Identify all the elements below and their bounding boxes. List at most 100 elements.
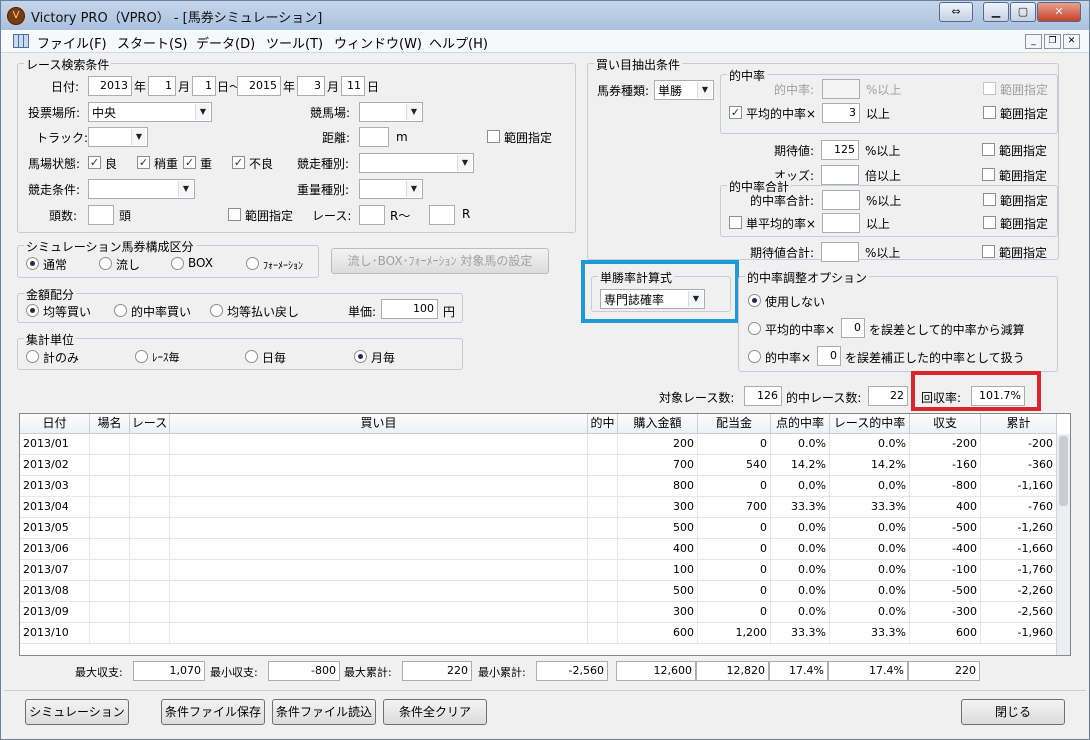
save-conditions-button[interactable]: 条件ファイル保存 xyxy=(161,699,265,725)
column-header-payout[interactable]: 配当金 xyxy=(698,414,771,434)
sim-formation-radio[interactable] xyxy=(246,257,259,270)
venue-select[interactable]: 中央 ▼ xyxy=(88,102,212,122)
table-row[interactable]: 2013/04 300 700 33.3% 33.3% 400 -760 xyxy=(20,497,1057,518)
load-conditions-button[interactable]: 条件ファイル読込 xyxy=(272,699,376,725)
column-header-date[interactable]: 日付 xyxy=(20,414,90,434)
race-cond-select[interactable]: ▼ xyxy=(88,179,195,199)
column-header-venue[interactable]: 場名 xyxy=(90,414,130,434)
money-hit-radio[interactable] xyxy=(114,304,127,317)
to-month-field[interactable]: 3 xyxy=(297,76,325,96)
formula-select[interactable]: 専門誌確率 ▼ xyxy=(600,289,705,309)
table-row[interactable]: 2013/02 700 540 14.2% 14.2% -160 -360 xyxy=(20,455,1057,476)
mdi-close-icon[interactable]: ✕ xyxy=(1063,34,1080,49)
table-row[interactable]: 2013/06 400 0 0.0% 0.0% -400 -1,660 xyxy=(20,539,1057,560)
menu-tools[interactable]: ツール(T) xyxy=(266,33,323,52)
menu-window[interactable]: ウィンドウ(W) xyxy=(334,33,422,52)
column-header-purchase[interactable]: 購入金額 xyxy=(618,414,698,434)
adjust-rate-field[interactable]: 0 xyxy=(817,346,841,366)
sim-box-radio[interactable] xyxy=(171,257,184,270)
adjust-rate-radio[interactable] xyxy=(748,350,761,363)
minimize-button[interactable]: ▁ xyxy=(983,2,1009,22)
weight-select[interactable]: ▼ xyxy=(359,179,423,199)
ev-total-field[interactable] xyxy=(821,242,859,262)
ticket-type-select[interactable]: 単勝 ▼ xyxy=(654,80,714,100)
agg-monthly-radio[interactable] xyxy=(354,350,367,363)
money-return-radio[interactable] xyxy=(210,304,223,317)
single-avg-range-checkbox[interactable] xyxy=(983,216,996,229)
ev-total-range-checkbox[interactable] xyxy=(982,245,995,258)
avg-hit-field[interactable]: 3 xyxy=(822,103,860,123)
from-day-field[interactable]: 1 xyxy=(192,76,216,96)
menu-start[interactable]: スタート(S) xyxy=(117,33,187,52)
race-type-select[interactable]: ▼ xyxy=(359,153,474,173)
column-header-cumulative[interactable]: 累計 xyxy=(981,414,1057,434)
table-row[interactable]: 2013/07 100 0 0.0% 0.0% -100 -1,760 xyxy=(20,560,1057,581)
single-avg-field[interactable] xyxy=(822,213,860,233)
hit-total-range-checkbox[interactable] xyxy=(983,193,996,206)
track-select[interactable]: ▼ xyxy=(88,127,148,147)
ev-field[interactable]: 125 xyxy=(821,140,859,160)
race-from-field[interactable] xyxy=(359,205,385,225)
avg-hit-range-checkbox[interactable] xyxy=(983,106,996,119)
distance-field[interactable] xyxy=(359,127,389,147)
from-month-field[interactable]: 1 xyxy=(148,76,176,96)
table-row[interactable]: 2013/05 500 0 0.0% 0.0% -500 -1,260 xyxy=(20,518,1057,539)
sim-nagashi-radio[interactable] xyxy=(99,257,112,270)
hit-total-field[interactable] xyxy=(822,190,860,210)
results-table[interactable]: 日付 場名 レース 買い目 的中 購入金額 配当金 点的中率 レース的中率 収支 累計 2013/0… xyxy=(19,413,1071,656)
odds-field[interactable] xyxy=(821,165,859,185)
ev-range-checkbox[interactable] xyxy=(982,143,995,156)
agg-race-radio[interactable] xyxy=(135,350,148,363)
heads-range-checkbox[interactable] xyxy=(228,208,241,221)
adjust-avg-field[interactable]: 0 xyxy=(841,318,865,338)
menu-data[interactable]: データ(D) xyxy=(196,33,255,52)
scrollbar-thumb[interactable] xyxy=(1059,436,1068,506)
odds-range-checkbox[interactable] xyxy=(982,168,995,181)
close-button[interactable]: 閉じる xyxy=(961,699,1065,725)
sim-normal-radio[interactable] xyxy=(26,257,39,270)
avg-hit-checkbox[interactable]: ✓ xyxy=(729,106,742,119)
cond-bad-checkbox[interactable]: ✓ xyxy=(232,156,245,169)
agg-total-radio[interactable] xyxy=(26,350,39,363)
hit-rate-field[interactable] xyxy=(822,79,860,99)
table-row[interactable]: 2013/10 600 1,200 33.3% 33.3% 600 -1,960 xyxy=(20,623,1057,644)
to-day-field[interactable]: 11 xyxy=(341,76,365,96)
mdi-restore-icon[interactable]: ❐ xyxy=(1044,34,1061,49)
table-row[interactable]: 2013/08 500 0 0.0% 0.0% -500 -2,260 xyxy=(20,581,1057,602)
column-header-hit[interactable]: 的中 xyxy=(588,414,618,434)
unit-price-field[interactable]: 100 xyxy=(381,299,438,319)
money-equal-radio[interactable] xyxy=(26,304,39,317)
mdi-minimize-icon[interactable]: _ xyxy=(1025,34,1042,49)
to-year-field[interactable]: 2015 xyxy=(237,76,281,96)
heads-field[interactable] xyxy=(88,205,114,225)
table-row[interactable]: 2013/09 300 0 0.0% 0.0% -300 -2,560 xyxy=(20,602,1057,623)
target-horse-setting-button[interactable]: 流し･BOX･ﾌｫｰﾒｰｼｮﾝ 対象馬の設定 xyxy=(331,248,549,274)
menu-help[interactable]: ヘルプ(H) xyxy=(429,33,488,52)
maximize-button[interactable]: ▢ xyxy=(1010,2,1036,22)
from-year-field[interactable]: 2013 xyxy=(88,76,132,96)
table-row[interactable]: 2013/01 200 0 0.0% 0.0% -200 -200 xyxy=(20,434,1057,455)
close-window-button[interactable]: ✕ xyxy=(1037,2,1081,22)
column-header-race-rate[interactable]: レース的中率 xyxy=(830,414,910,434)
course-select[interactable]: ▼ xyxy=(359,102,423,122)
cond-heavy-checkbox[interactable]: ✓ xyxy=(183,156,196,169)
title-bar[interactable]: V Victory PRO（VPRO） - [馬券シミュレーション] ⇔ ▁ ▢… xyxy=(1,1,1089,30)
agg-daily-radio[interactable] xyxy=(245,350,258,363)
column-header-point-rate[interactable]: 点的中率 xyxy=(771,414,830,434)
race-to-field[interactable] xyxy=(429,205,455,225)
table-row[interactable]: 2013/03 800 0 0.0% 0.0% -800 -1,160 xyxy=(20,476,1057,497)
menu-file[interactable]: ファイル(F) xyxy=(37,33,107,52)
hit-rate-range-checkbox[interactable] xyxy=(983,82,996,95)
column-header-race[interactable]: レース xyxy=(130,414,170,434)
column-header-bet[interactable]: 買い目 xyxy=(170,414,588,434)
distance-range-checkbox[interactable] xyxy=(487,130,500,143)
column-header-balance[interactable]: 収支 xyxy=(910,414,981,434)
resize-arrows-icon[interactable]: ⇔ xyxy=(939,2,973,22)
adjust-avg-radio[interactable] xyxy=(748,322,761,335)
vertical-scrollbar[interactable] xyxy=(1056,434,1070,655)
single-avg-checkbox[interactable] xyxy=(729,216,742,229)
cond-good-checkbox[interactable]: ✓ xyxy=(88,156,101,169)
cond-slightly-checkbox[interactable]: ✓ xyxy=(137,156,150,169)
adjust-none-radio[interactable] xyxy=(748,294,761,307)
simulate-button[interactable]: シミュレーション xyxy=(25,699,129,725)
